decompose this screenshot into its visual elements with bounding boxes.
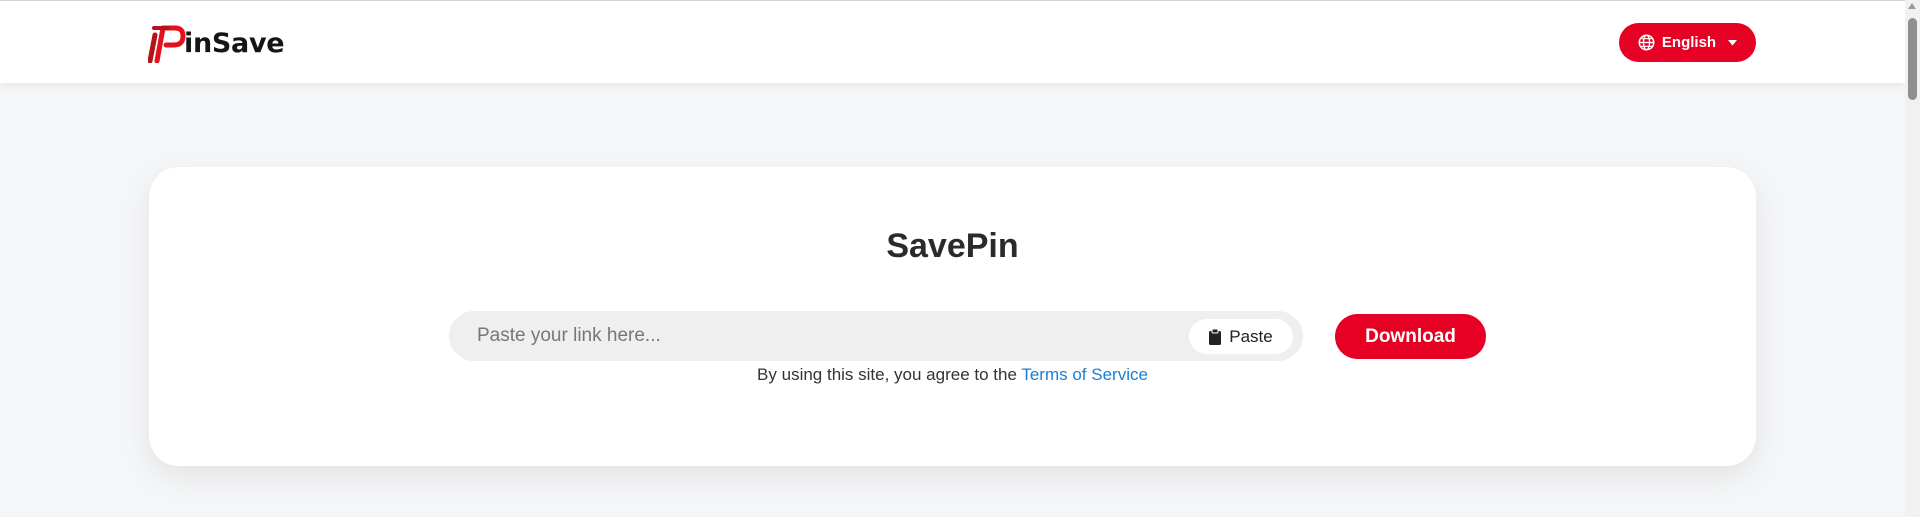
paste-button[interactable]: Paste bbox=[1189, 319, 1293, 354]
clipboard-icon bbox=[1209, 328, 1222, 345]
caret-down-icon bbox=[1728, 39, 1738, 45]
page-scrollbar[interactable] bbox=[1905, 0, 1920, 517]
link-input[interactable] bbox=[477, 311, 1157, 361]
globe-icon bbox=[1638, 34, 1655, 51]
downloader-card: SavePin Paste Download By using this sit… bbox=[149, 167, 1756, 466]
language-label: English bbox=[1661, 34, 1717, 51]
link-input-wrapper: Paste bbox=[449, 311, 1303, 361]
paste-label: Paste bbox=[1229, 326, 1273, 346]
site-logo[interactable]: inSave bbox=[148, 21, 285, 65]
page-title: SavePin bbox=[886, 227, 1019, 265]
logo-text: inSave bbox=[184, 27, 285, 59]
scroll-thumb[interactable] bbox=[1908, 18, 1917, 100]
site-header: inSave English bbox=[0, 1, 1905, 83]
download-button[interactable]: Download bbox=[1335, 314, 1486, 359]
terms-text: By using this site, you agree to the bbox=[757, 365, 1022, 384]
pinsave-logo-icon bbox=[148, 25, 186, 63]
terms-notice: By using this site, you agree to the Ter… bbox=[149, 364, 1756, 386]
scroll-up-arrow-icon[interactable] bbox=[1908, 3, 1916, 9]
language-dropdown-button[interactable]: English bbox=[1619, 23, 1756, 62]
terms-of-service-link[interactable]: Terms of Service bbox=[1021, 365, 1148, 384]
